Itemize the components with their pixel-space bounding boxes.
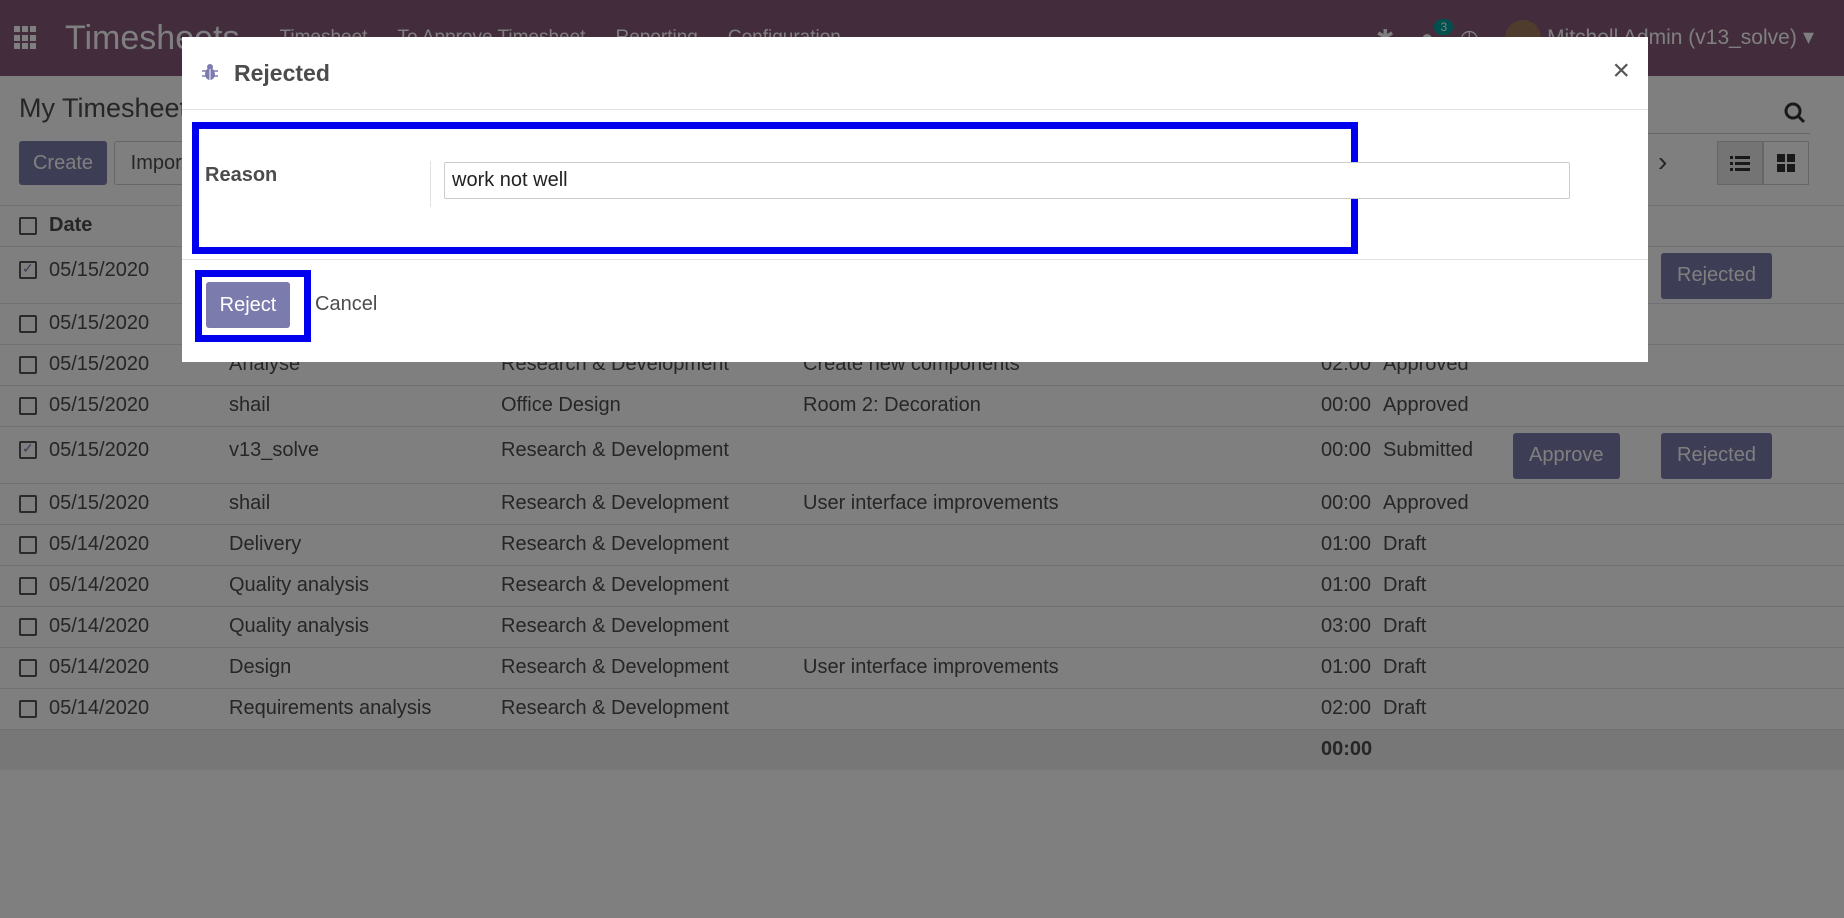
rejected-dialog: Rejected × Reason Reject Cancel	[182, 37, 1648, 362]
bug-icon	[202, 64, 218, 80]
cancel-button[interactable]: Cancel	[315, 293, 377, 316]
reason-label: Reason	[205, 164, 278, 186]
dialog-title: Rejected	[234, 59, 330, 86]
dialog-header: Rejected ×	[182, 37, 1648, 110]
reason-input[interactable]	[444, 162, 1570, 199]
field-separator	[430, 161, 431, 207]
close-icon[interactable]: ×	[1612, 54, 1630, 88]
reject-button[interactable]: Reject	[206, 282, 290, 328]
